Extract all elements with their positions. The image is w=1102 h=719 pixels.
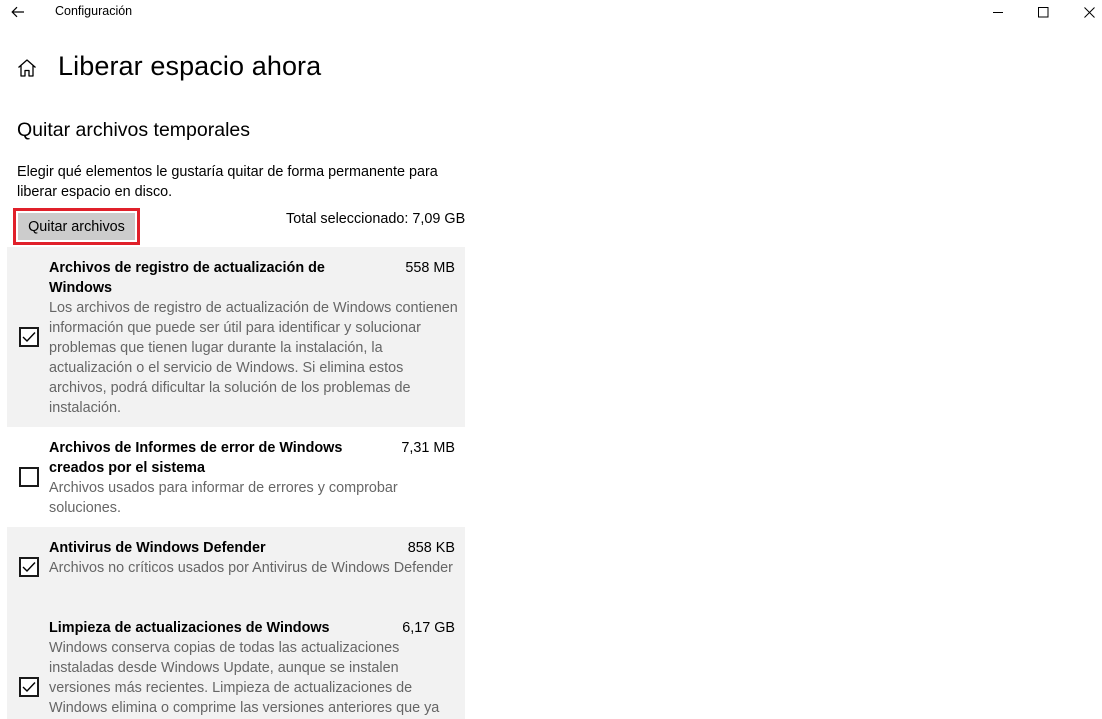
home-button[interactable]	[16, 57, 38, 79]
remove-files-highlight: Quitar archivos	[13, 208, 140, 245]
checkmark-icon	[22, 682, 36, 693]
item-description: Archivos usados para informar de errores…	[49, 480, 398, 516]
item-name: Archivos de registro de actualización de…	[49, 260, 325, 296]
item-name: Antivirus de Windows Defender	[49, 540, 266, 556]
item-size: 7,31 MB	[401, 440, 455, 456]
item-description: Los archivos de registro de actualizació…	[49, 300, 458, 416]
item-size: 558 MB	[405, 260, 455, 276]
page-title: Liberar espacio ahora	[58, 51, 322, 81]
list-item[interactable]: Limpieza de actualizaciones de Windows 6…	[7, 607, 465, 719]
list-item[interactable]: Archivos de registro de actualización de…	[7, 247, 465, 427]
back-arrow-icon	[11, 6, 24, 18]
close-button[interactable]	[1066, 0, 1102, 24]
list-item[interactable]: Antivirus de Windows Defender 858 KB Arc…	[7, 527, 465, 607]
item-name: Limpieza de actualizaciones de Windows	[49, 620, 330, 636]
maximize-icon	[1037, 6, 1048, 17]
item-description: Windows conserva copias de todas las act…	[49, 640, 440, 716]
checkbox[interactable]	[19, 467, 39, 487]
maximize-button[interactable]	[1020, 0, 1066, 24]
section-description: Elegir qué elementos le gustaría quitar …	[17, 164, 438, 200]
item-size: 6,17 GB	[402, 620, 455, 636]
total-selected: Total seleccionado: 7,09 GB	[286, 211, 466, 227]
back-button[interactable]	[6, 1, 30, 23]
list-item[interactable]: Archivos de Informes de error de Windows…	[7, 427, 465, 527]
app-title: Configuración	[55, 4, 133, 18]
checkbox[interactable]	[19, 557, 39, 577]
minimize-icon	[992, 11, 1003, 13]
item-description: Archivos no críticos usados por Antiviru…	[49, 560, 453, 576]
minimize-button[interactable]	[975, 0, 1021, 24]
home-icon	[18, 59, 36, 77]
item-size: 858 KB	[407, 540, 455, 556]
checkbox[interactable]	[19, 327, 39, 347]
remove-files-button[interactable]: Quitar archivos	[18, 213, 135, 240]
checkmark-icon	[22, 332, 36, 343]
checkmark-icon	[22, 562, 36, 573]
close-icon	[1083, 6, 1095, 18]
checkbox[interactable]	[19, 677, 39, 697]
item-name: Archivos de Informes de error de Windows…	[49, 440, 343, 476]
section-title: Quitar archivos temporales	[17, 119, 251, 141]
title-bar: Configuración	[0, 0, 1102, 26]
